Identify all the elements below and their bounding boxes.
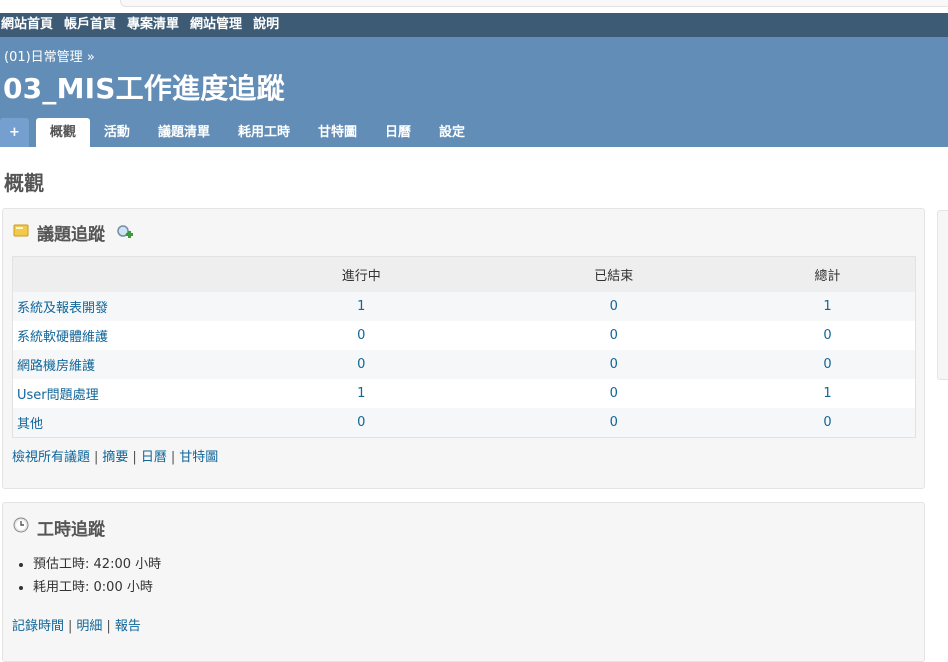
issue-links: 檢視所有議題 | 摘要 | 日曆 | 甘特圖 (12, 450, 219, 465)
top-menu-projects[interactable]: 專案清單 (127, 13, 179, 37)
new-object-button[interactable]: + (0, 118, 29, 147)
report-link[interactable]: 報告 (115, 619, 141, 634)
search-add-icon[interactable] (116, 224, 134, 242)
issues-icon (13, 222, 29, 243)
column-header-open: 進行中 (235, 256, 488, 292)
details-link[interactable]: 明細 (76, 619, 102, 634)
view-all-issues-link[interactable]: 檢視所有議題 (12, 450, 90, 465)
time-tracking-title: 工時追蹤 (37, 520, 105, 540)
issue-tracking-box: 議題追蹤 進行中 已結束 總計 系統及報表開發 1 0 1 系統軟硬體維護 0 … (2, 208, 925, 489)
tab-time-entries[interactable]: 耗用工時 (224, 118, 304, 147)
tracker-link[interactable]: 系統及報表開發 (17, 301, 108, 316)
table-row: 網路機房維護 0 0 0 (12, 350, 916, 379)
browser-chrome-edge (0, 0, 948, 13)
closed-count[interactable]: 0 (610, 299, 618, 314)
spent-time-item: 耗用工時: 0:00 小時 (33, 576, 161, 599)
column-header-tracker (12, 256, 235, 292)
top-menu-home[interactable]: 網站首頁 (1, 13, 53, 37)
column-header-closed: 已結束 (487, 256, 740, 292)
issue-tracking-table: 進行中 已結束 總計 系統及報表開發 1 0 1 系統軟硬體維護 0 0 0 網… (12, 256, 916, 438)
closed-count[interactable]: 0 (610, 357, 618, 372)
tracker-link[interactable]: 其他 (17, 417, 43, 432)
top-menu: 網站首頁 帳戶首頁 專案清單 網站管理 說明 (0, 13, 948, 37)
total-count[interactable]: 0 (823, 415, 831, 430)
open-count[interactable]: 1 (357, 299, 365, 314)
tracker-link[interactable]: 網路機房維護 (17, 359, 95, 374)
page-title: 概觀 (4, 171, 44, 195)
top-menu-my-page[interactable]: 帳戶首頁 (64, 13, 116, 37)
top-menu-help[interactable]: 說明 (253, 13, 279, 37)
gantt-link[interactable]: 甘特圖 (179, 450, 218, 465)
breadcrumb: (01)日常管理 » (4, 46, 95, 65)
table-row: 其他 0 0 0 (12, 408, 916, 438)
breadcrumb-parent-project[interactable]: (01)日常管理 (4, 50, 83, 65)
tab-settings[interactable]: 設定 (425, 118, 479, 147)
summary-link[interactable]: 摘要 (102, 450, 128, 465)
tab-calendar[interactable]: 日曆 (371, 118, 425, 147)
time-tracking-box: 工時追蹤 預估工時: 42:00 小時 耗用工時: 0:00 小時 記錄時間|明… (2, 502, 925, 662)
closed-count[interactable]: 0 (610, 328, 618, 343)
open-count[interactable]: 0 (357, 357, 365, 372)
total-count[interactable]: 1 (823, 386, 831, 401)
total-count[interactable]: 0 (823, 357, 831, 372)
top-menu-administration[interactable]: 網站管理 (190, 13, 242, 37)
address-bar-edge (120, 0, 948, 7)
tab-overview[interactable]: 概觀 (35, 118, 90, 147)
open-count[interactable]: 1 (357, 386, 365, 401)
tab-gantt[interactable]: 甘特圖 (304, 118, 371, 147)
table-row: 系統及報表開發 1 0 1 (12, 292, 916, 321)
open-count[interactable]: 0 (357, 328, 365, 343)
open-count[interactable]: 0 (357, 415, 365, 430)
tab-activity[interactable]: 活動 (90, 118, 144, 147)
issue-tracking-title: 議題追蹤 (37, 225, 105, 245)
project-title: 03_MIS工作進度追蹤 (3, 72, 285, 105)
estimated-time-item: 預估工時: 42:00 小時 (33, 553, 161, 576)
tracker-link[interactable]: 系統軟硬體維護 (17, 330, 108, 345)
closed-count[interactable]: 0 (610, 386, 618, 401)
issue-tracking-heading: 議題追蹤 (13, 220, 134, 245)
main-content: 概觀 議題追蹤 進行中 已結束 總計 系統及報表開發 1 0 1 系統軟硬體維護… (0, 147, 948, 662)
breadcrumb-separator: » (82, 50, 95, 65)
column-header-total: 總計 (739, 256, 916, 292)
table-row: User問題處理 1 0 1 (12, 379, 916, 408)
clock-icon (13, 517, 29, 538)
tracker-link[interactable]: User問題處理 (17, 388, 99, 403)
total-count[interactable]: 1 (823, 299, 831, 314)
total-count[interactable]: 0 (823, 328, 831, 343)
project-tabs: + 概觀 活動 議題清單 耗用工時 甘特圖 日曆 設定 (0, 118, 479, 147)
calendar-link[interactable]: 日曆 (141, 450, 167, 465)
closed-count[interactable]: 0 (610, 415, 618, 430)
tab-issues[interactable]: 議題清單 (144, 118, 224, 147)
table-row: 系統軟硬體維護 0 0 0 (12, 321, 916, 350)
time-summary-list: 預估工時: 42:00 小時 耗用工時: 0:00 小時 (3, 553, 161, 599)
log-time-link[interactable]: 記錄時間 (12, 619, 64, 634)
time-links: 記錄時間 | 明細 | 報告 (12, 619, 141, 634)
time-tracking-heading: 工時追蹤 (13, 515, 105, 540)
sidebar-edge (937, 210, 948, 380)
